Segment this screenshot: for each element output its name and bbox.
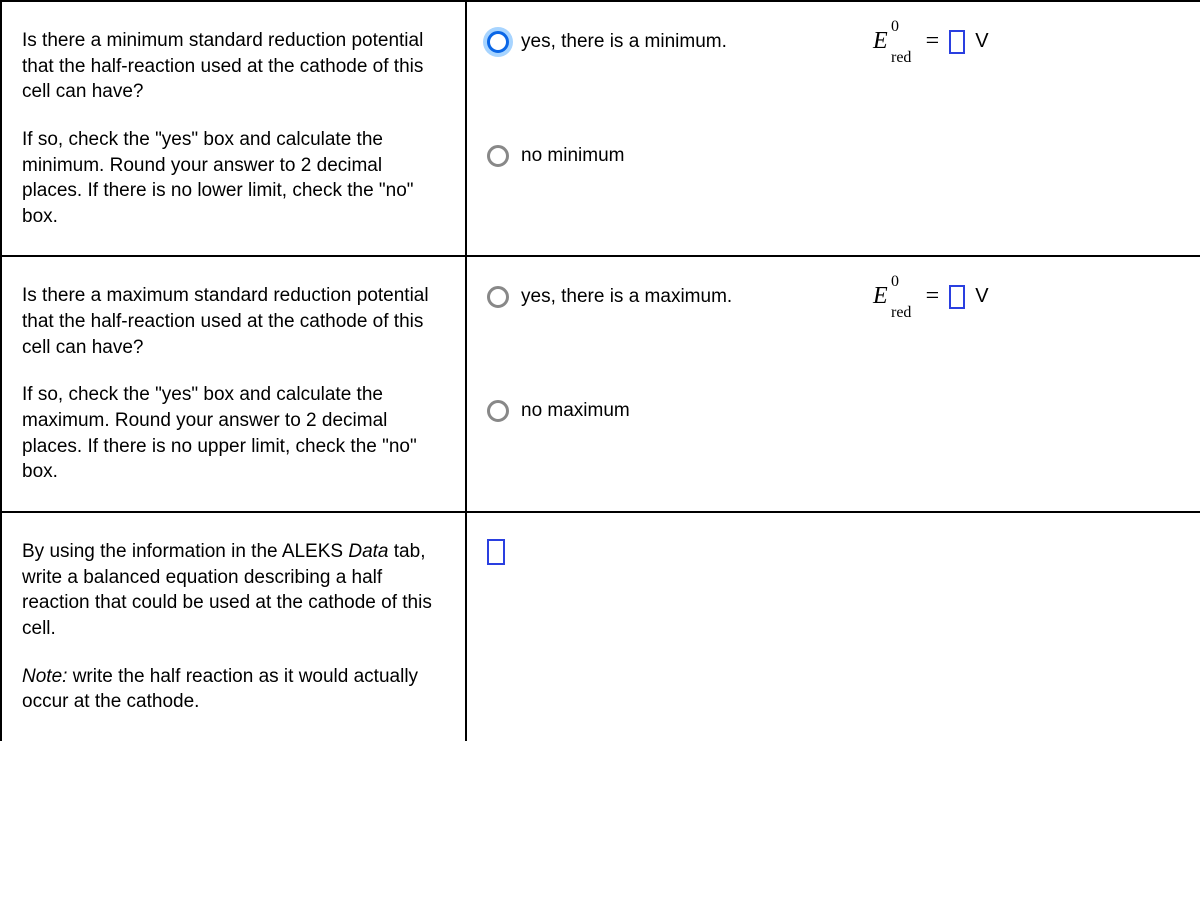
data-tab-ref: Data [348, 541, 388, 562]
choice-no-max-row: no maximum [487, 400, 1180, 422]
label-no-max: no maximum [521, 400, 630, 422]
var-E-max: E 0 red [873, 283, 916, 310]
prompt-max-q: Is there a maximum standard reduction po… [22, 283, 445, 360]
equals-max: = [926, 283, 940, 310]
answer-cell-max: yes, there is a maximum. E 0 red = V no [466, 256, 1200, 511]
prompt-eq-note: Note: write the half reaction as it woul… [22, 664, 445, 715]
choice-no-min-row: no minimum [487, 145, 1180, 167]
input-max-value[interactable] [949, 285, 965, 309]
note-label: Note: [22, 666, 67, 687]
row-maximum: Is there a maximum standard reduction po… [1, 256, 1200, 511]
equals-min: = [926, 28, 940, 55]
formula-min: E 0 red = V [873, 28, 989, 55]
prompt-cell-max: Is there a maximum standard reduction po… [1, 256, 466, 511]
answer-cell-min: yes, there is a minimum. E 0 red = V no [466, 1, 1200, 256]
radio-yes-max[interactable] [487, 286, 509, 308]
choice-yes-min-row: yes, there is a minimum. E 0 red = V [487, 28, 1180, 55]
label-yes-max: yes, there is a maximum. [521, 286, 732, 308]
input-equation[interactable] [487, 539, 505, 565]
formula-max: E 0 red = V [873, 283, 989, 310]
prompt-min-inst: If so, check the "yes" box and calculate… [22, 127, 445, 230]
unit-max: V [975, 285, 988, 308]
row-minimum: Is there a minimum standard reduction po… [1, 1, 1200, 256]
radio-yes-min[interactable] [487, 31, 509, 53]
label-yes-min: yes, there is a minimum. [521, 31, 727, 53]
prompt-cell-min: Is there a minimum standard reduction po… [1, 1, 466, 256]
var-E-min: E 0 red [873, 28, 916, 55]
prompt-eq-main: By using the information in the ALEKS Da… [22, 539, 445, 642]
prompt-min-q: Is there a minimum standard reduction po… [22, 28, 445, 105]
prompt-max-inst: If so, check the "yes" box and calculate… [22, 382, 445, 485]
input-min-value[interactable] [949, 30, 965, 54]
row-equation: By using the information in the ALEKS Da… [1, 512, 1200, 741]
label-no-min: no minimum [521, 145, 624, 167]
unit-min: V [975, 30, 988, 53]
answer-cell-eq [466, 512, 1200, 741]
radio-no-min[interactable] [487, 145, 509, 167]
radio-no-max[interactable] [487, 400, 509, 422]
choice-yes-max-row: yes, there is a maximum. E 0 red = V [487, 283, 1180, 310]
question-table: Is there a minimum standard reduction po… [0, 0, 1200, 741]
prompt-cell-eq: By using the information in the ALEKS Da… [1, 512, 466, 741]
